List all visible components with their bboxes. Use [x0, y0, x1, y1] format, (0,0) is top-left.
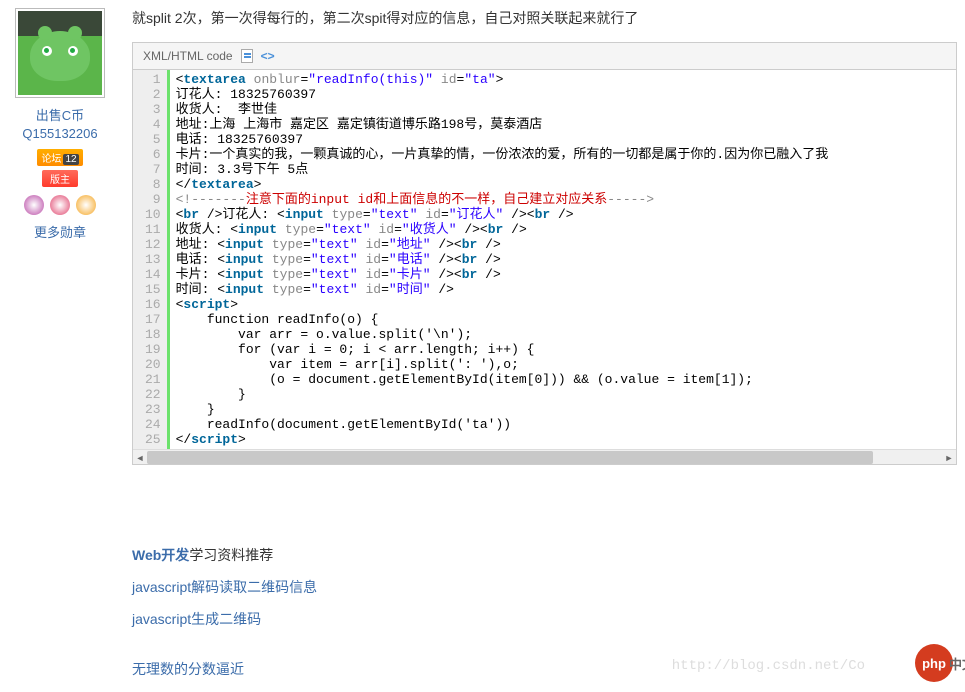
owner-badge: 版主 [42, 170, 78, 187]
code-line: <br />订花人: <input type="text" id="订花人" /… [176, 207, 829, 222]
code-header: XML/HTML code <> [133, 43, 956, 70]
more-medals-link[interactable]: 更多勋章 [8, 222, 112, 241]
scrollbar-thumb[interactable] [147, 451, 873, 464]
code-line: function readInfo(o) { [176, 312, 829, 327]
code-body: 1234567891011121314151617181920212223242… [133, 70, 956, 449]
code-line: } [176, 402, 829, 417]
user-sidebar: 出售C币Q155132206 论坛12 版主 更多勋章 [0, 0, 112, 687]
code-panel: XML/HTML code <> 12345678910111213141516… [132, 42, 957, 465]
recommend-title-link[interactable]: Web开发 [132, 547, 189, 563]
logo-circle: php [915, 644, 953, 682]
watermark-text: http://blog.csdn.net/Co [672, 658, 865, 674]
code-line: <script> [176, 297, 829, 312]
footer-link-1[interactable]: 无理数的分数逼近 [132, 661, 244, 677]
code-lines[interactable]: <textarea onblur="readInfo(this)" id="ta… [170, 70, 835, 449]
code-line: 电话: <input type="text" id="电话" /><br /> [176, 252, 829, 267]
code-line: 时间: <input type="text" id="时间" /> [176, 282, 829, 297]
code-language-label: XML/HTML code [143, 49, 233, 63]
code-line: 订花人: 18325760397 [176, 87, 829, 102]
scroll-right-icon[interactable]: ► [942, 450, 956, 465]
intro-text: 就split 2次，第一次得每行的，第二次spit得对应的信息，自己对照关联起来… [132, 8, 957, 28]
code-line: 地址: <input type="text" id="地址" /><br /> [176, 237, 829, 252]
code-line: for (var i = 0; i < arr.length; i++) { [176, 342, 829, 357]
code-line: var item = arr[i].split(': '),o; [176, 357, 829, 372]
medal-icon [50, 195, 70, 215]
code-line: <!-------注意下面的input id和上面信息的不一样，自己建立对应关系… [176, 192, 829, 207]
code-line: readInfo(document.getElementById('ta')) [176, 417, 829, 432]
code-line: </textarea> [176, 177, 829, 192]
code-line: var arr = o.value.split('\n'); [176, 327, 829, 342]
code-line: } [176, 387, 829, 402]
site-logo: php 中文网 [915, 644, 953, 682]
code-line: 收货人: <input type="text" id="收货人" /><br /… [176, 222, 829, 237]
main-content: 就split 2次，第一次得每行的，第二次spit得对应的信息，自己对照关联起来… [112, 0, 965, 687]
code-line: 收货人: 李世佳 [176, 102, 829, 117]
forum-badge: 论坛12 [37, 149, 82, 166]
avatar[interactable] [15, 8, 105, 98]
code-line: 地址:上海 上海市 嘉定区 嘉定镇街道博乐路198号，莫泰酒店 [176, 117, 829, 132]
medal-icon [24, 195, 44, 215]
recommend-link-1[interactable]: javascript解码读取二维码信息 [132, 577, 957, 597]
code-line: 卡片:一个真实的我，一颗真诚的心，一片真挚的情，一份浓浓的爱，所有的一切都是属于… [176, 147, 829, 162]
horizontal-scrollbar[interactable]: ◄ ► [133, 449, 956, 464]
medal-icon [76, 195, 96, 215]
view-source-icon[interactable]: <> [261, 49, 273, 63]
code-line: </script> [176, 432, 829, 447]
recommend-section: Web开发学习资料推荐 javascript解码读取二维码信息 javascri… [132, 545, 957, 629]
code-line: <textarea onblur="readInfo(this)" id="ta… [176, 72, 829, 87]
code-line: 时间: 3.3号下午 5点 [176, 162, 829, 177]
logo-text: 中文网 [949, 654, 965, 673]
recommend-title: Web开发学习资料推荐 [132, 545, 957, 565]
scroll-left-icon[interactable]: ◄ [133, 450, 147, 465]
code-line: 电话: 18325760397 [176, 132, 829, 147]
username-link[interactable]: 出售C币Q155132206 [8, 107, 112, 143]
medals-row [8, 195, 112, 218]
copy-icon[interactable] [241, 49, 253, 63]
code-line: 卡片: <input type="text" id="卡片" /><br /> [176, 267, 829, 282]
recommend-link-2[interactable]: javascript生成二维码 [132, 609, 957, 629]
line-numbers: 1234567891011121314151617181920212223242… [133, 70, 170, 449]
code-line: (o = document.getElementById(item[0])) &… [176, 372, 829, 387]
